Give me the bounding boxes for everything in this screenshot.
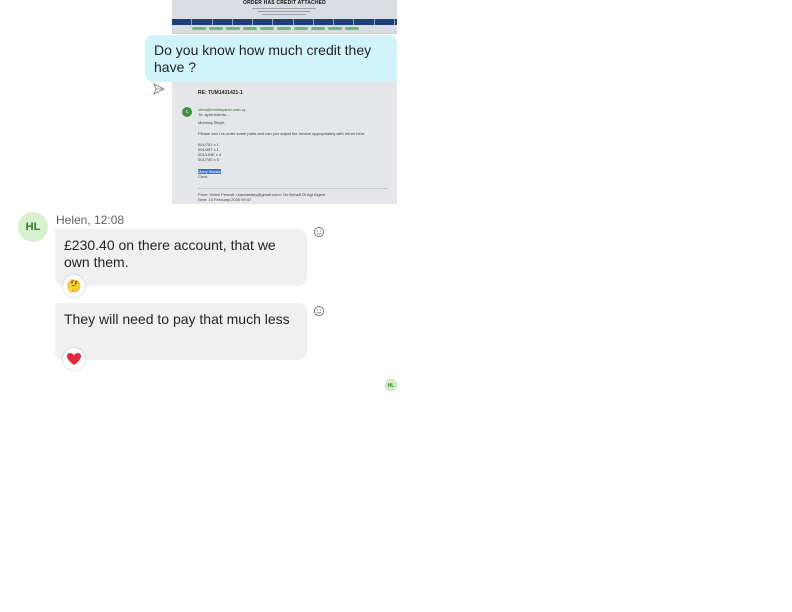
email-to: To: ayxb.esterto… xyxy=(198,112,231,117)
thinking-face-icon: 🤔 xyxy=(66,279,82,293)
sender-avatar[interactable]: HL xyxy=(18,212,48,242)
received-message-text: £230.40 on there account, that we own th… xyxy=(64,237,276,270)
email-sent-line: Sent: 13 February 2025 09:37 xyxy=(198,197,252,202)
attachment-line xyxy=(258,11,310,12)
sent-status-icon xyxy=(153,83,165,95)
sent-message-text: Do you know how much credit they have ? xyxy=(154,42,372,75)
attachment-image-order-credit[interactable]: ORDER HAS CREDIT ATTACHED xyxy=(172,0,397,34)
email-subject: RE: TUM1431421-1 xyxy=(198,90,243,96)
reaction-thinking[interactable]: 🤔 xyxy=(63,275,85,297)
received-message-text: They will need to pay that much less xyxy=(64,311,290,327)
attachment-image-email[interactable]: RE: TUM1431421-1 c chris@chrisleyauto.co… xyxy=(172,82,397,204)
email-separator xyxy=(198,188,388,189)
sender-name-time: Helen, 12:08 xyxy=(56,213,125,227)
received-message-bubble[interactable]: £230.40 on there account, that we own th… xyxy=(55,229,307,286)
attachment-line xyxy=(262,14,306,15)
attachment-pill-row xyxy=(192,27,359,30)
received-message-bubble[interactable]: They will need to pay that much less xyxy=(55,303,307,360)
heart-icon xyxy=(67,353,81,365)
read-receipt-avatar: HL xyxy=(385,379,397,391)
attachment-nav-bar xyxy=(172,19,397,25)
email-sender-avatar: c xyxy=(182,107,192,117)
attachment-banner-title: ORDER HAS CREDIT ATTACHED xyxy=(243,0,326,6)
add-reaction-icon[interactable] xyxy=(313,305,325,317)
sent-message-bubble[interactable]: Do you know how much credit they have ? xyxy=(145,35,397,82)
reaction-heart[interactable] xyxy=(63,348,85,370)
email-greeting: Morning Steph, xyxy=(198,120,226,125)
email-signoff-name: Chris xyxy=(198,174,208,179)
add-reaction-icon[interactable] xyxy=(313,226,325,238)
attachment-line xyxy=(252,8,316,9)
email-line: 001/700 x 5 xyxy=(198,157,219,162)
email-body: Please can I re-order some parts and can… xyxy=(198,131,366,136)
